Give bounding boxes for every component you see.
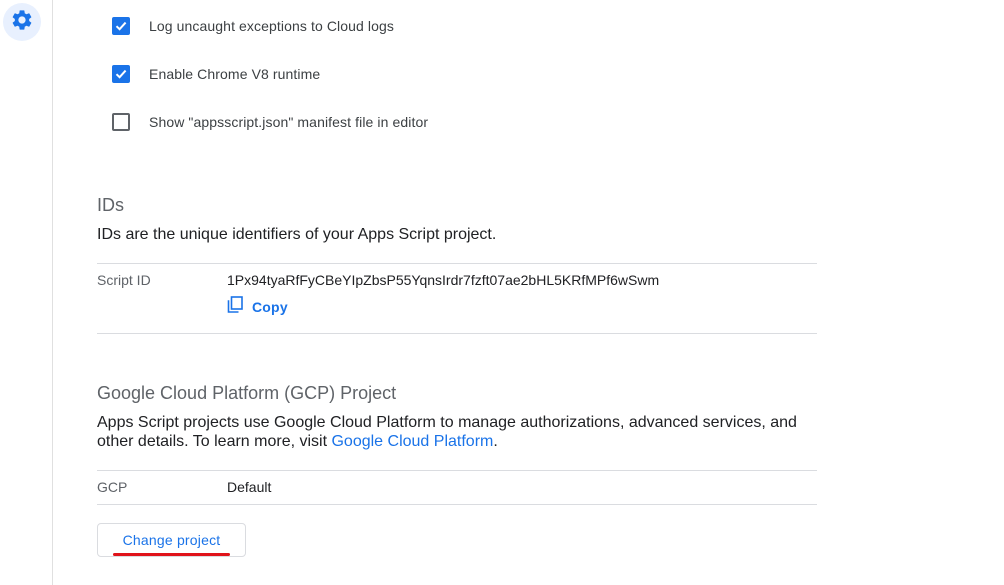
divider — [97, 470, 817, 471]
ids-section-title: IDs — [97, 195, 124, 215]
script-id-value: 1Px94tyaRfFyCBeYIpZbsP55YqnsIrdr7fzft07a… — [227, 272, 660, 288]
gcp-learn-more-link[interactable]: Google Cloud Platform — [331, 433, 493, 450]
copy-script-id-button[interactable]: Copy — [227, 296, 288, 318]
gcp-value: Default — [227, 479, 272, 495]
log-exceptions-checkbox[interactable] — [112, 17, 130, 35]
gcp-label: GCP — [97, 479, 128, 495]
show-manifest-checkbox[interactable] — [112, 113, 130, 131]
change-project-button[interactable]: Change project — [97, 523, 246, 557]
settings-nav-button[interactable] — [3, 3, 41, 41]
divider — [97, 263, 817, 264]
checkmark-icon — [115, 21, 127, 31]
copy-label: Copy — [252, 299, 288, 315]
checkmark-icon — [115, 69, 127, 79]
show-manifest-label: Show "appsscript.json" manifest file in … — [149, 114, 429, 130]
gcp-section-title: Google Cloud Platform (GCP) Project — [97, 383, 397, 403]
v8-runtime-checkbox[interactable] — [112, 65, 130, 83]
gcp-section-description: Apps Script projects use Google Cloud Pl… — [97, 413, 817, 451]
checkbox-manifest-row[interactable]: Show "appsscript.json" manifest file in … — [112, 112, 428, 132]
divider — [97, 504, 817, 505]
divider — [97, 333, 817, 334]
ids-section-description: IDs are the unique identifiers of your A… — [97, 226, 497, 243]
annotation-underline — [113, 553, 230, 556]
log-exceptions-label: Log uncaught exceptions to Cloud logs — [149, 18, 394, 34]
left-nav-rail — [0, 0, 53, 585]
checkbox-v8-runtime-row[interactable]: Enable Chrome V8 runtime — [112, 64, 320, 84]
script-id-label: Script ID — [97, 272, 151, 288]
change-project-label: Change project — [122, 532, 221, 548]
gear-icon — [10, 8, 34, 37]
copy-icon — [227, 296, 243, 318]
gcp-description-end: . — [493, 433, 498, 450]
v8-runtime-label: Enable Chrome V8 runtime — [149, 66, 321, 82]
checkbox-log-exceptions-row[interactable]: Log uncaught exceptions to Cloud logs — [112, 16, 394, 36]
